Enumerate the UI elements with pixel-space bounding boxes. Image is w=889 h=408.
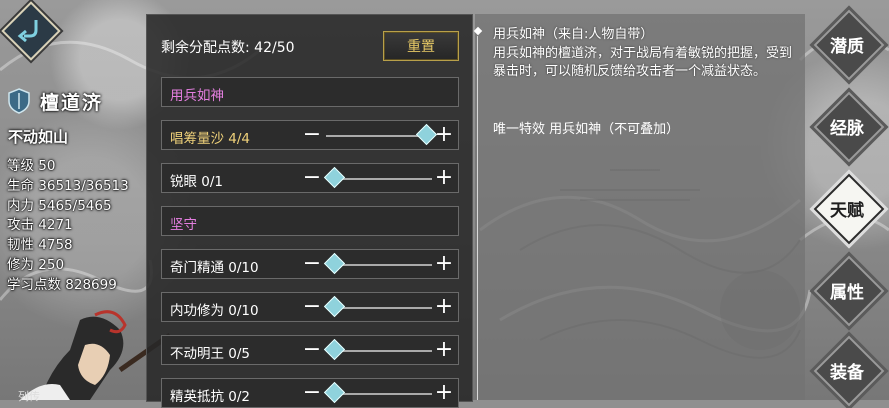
category-header[interactable]: 用兵如神 [161, 77, 459, 107]
decrease-button[interactable]: − [302, 124, 322, 146]
increase-button[interactable]: + [434, 167, 454, 189]
character-header: 檀道济 [8, 88, 103, 114]
tab-label: 天赋 [830, 201, 864, 221]
character-stats: 等级 50 生命 36513/36513 内力 5465/5465 攻击 427… [7, 157, 129, 296]
skill-label: 奇门精通 0/10 [170, 260, 259, 276]
unique-effect: 唯一特效 用兵如神（不可叠加） [493, 122, 680, 137]
stat-learning-points: 学习点数 828699 [7, 276, 117, 293]
character-portrait [20, 310, 170, 400]
character-title: 不动如山 [8, 128, 69, 146]
return-arrow-icon [17, 20, 38, 43]
stat-hp: 生命 36513/36513 [7, 177, 129, 194]
skill-label: 不动明王 0/5 [170, 346, 251, 362]
stat-attack: 攻击 4271 [7, 217, 73, 234]
talent-description-panel: 用兵如神（来自:人物自带） 用兵如神的檀道济，对于战局有着敏锐的把握，受到暴击时… [473, 14, 805, 400]
skill-label: 锐眼 0/1 [170, 174, 224, 190]
increase-button[interactable]: + [434, 253, 454, 275]
skill-slider-knob[interactable] [323, 166, 346, 189]
biography-tab[interactable]: 列传 [18, 388, 40, 404]
talent-effect-text: 用兵如神的檀道济，对于战局有着敏锐的把握，受到暴击时，可以随机反馈给攻击者一个减… [493, 45, 793, 80]
skill-label: 唱筹量沙 4/4 [170, 131, 251, 147]
tab-label: 装备 [830, 363, 864, 383]
tab-label: 潜质 [830, 37, 864, 57]
skill-row: 不动明王 0/5 − + [161, 335, 459, 365]
tab-label: 属性 [830, 283, 864, 303]
category-label: 坚守 [170, 217, 197, 233]
back-button[interactable] [1, 1, 61, 61]
reset-button[interactable]: 重置 [383, 31, 459, 61]
decrease-button[interactable]: − [302, 382, 322, 404]
stat-mp: 内力 5465/5465 [7, 197, 112, 214]
category-label: 用兵如神 [170, 88, 224, 104]
stat-cultivation: 修为 250 [7, 256, 65, 273]
skill-row: 奇门精通 0/10 − + [161, 249, 459, 279]
skill-row: 锐眼 0/1 − + [161, 163, 459, 193]
skill-slider-knob[interactable] [323, 252, 346, 275]
bullet-diamond-icon [473, 26, 483, 36]
tab-potential[interactable]: 潜质 [812, 8, 885, 81]
skill-slider-knob[interactable] [323, 295, 346, 318]
shield-icon [8, 88, 30, 114]
tab-meridians[interactable]: 经脉 [812, 90, 885, 163]
category-header[interactable]: 坚守 [161, 206, 459, 236]
talent-source: 用兵如神（来自:人物自带） [493, 27, 654, 42]
decrease-button[interactable]: − [302, 167, 322, 189]
tab-talent[interactable]: 天赋 [812, 172, 885, 245]
tab-label: 经脉 [830, 119, 864, 139]
skill-label: 精英抵抗 0/2 [170, 389, 251, 405]
talent-description: 用兵如神（来自:人物自带） 用兵如神的檀道济，对于战局有着敏锐的把握，受到暴击时… [493, 26, 793, 82]
increase-button[interactable]: + [434, 124, 454, 146]
character-name: 檀道济 [40, 91, 104, 114]
decrease-button[interactable]: − [302, 253, 322, 275]
tab-equipment[interactable]: 装备 [812, 334, 885, 407]
increase-button[interactable]: + [434, 339, 454, 361]
talent-panel: 剩余分配点数: 42/50 重置 用兵如神 唱筹量沙 4/4 − + 锐眼 0/… [146, 14, 473, 408]
stat-toughness: 韧性 4758 [7, 237, 73, 254]
divider [477, 36, 478, 400]
decrease-button[interactable]: − [302, 339, 322, 361]
skill-row: 精英抵抗 0/2 − + [161, 378, 459, 408]
decrease-button[interactable]: − [302, 296, 322, 318]
remaining-points: 剩余分配点数: 42/50 [161, 40, 295, 56]
skill-row: 唱筹量沙 4/4 − + [161, 120, 459, 150]
skill-slider-knob[interactable] [323, 338, 346, 361]
increase-button[interactable]: + [434, 296, 454, 318]
tab-attributes[interactable]: 属性 [812, 254, 885, 327]
skill-label: 内功修为 0/10 [170, 303, 259, 319]
stat-level: 等级 50 [7, 158, 56, 174]
skill-row: 内功修为 0/10 − + [161, 292, 459, 322]
increase-button[interactable]: + [434, 382, 454, 404]
